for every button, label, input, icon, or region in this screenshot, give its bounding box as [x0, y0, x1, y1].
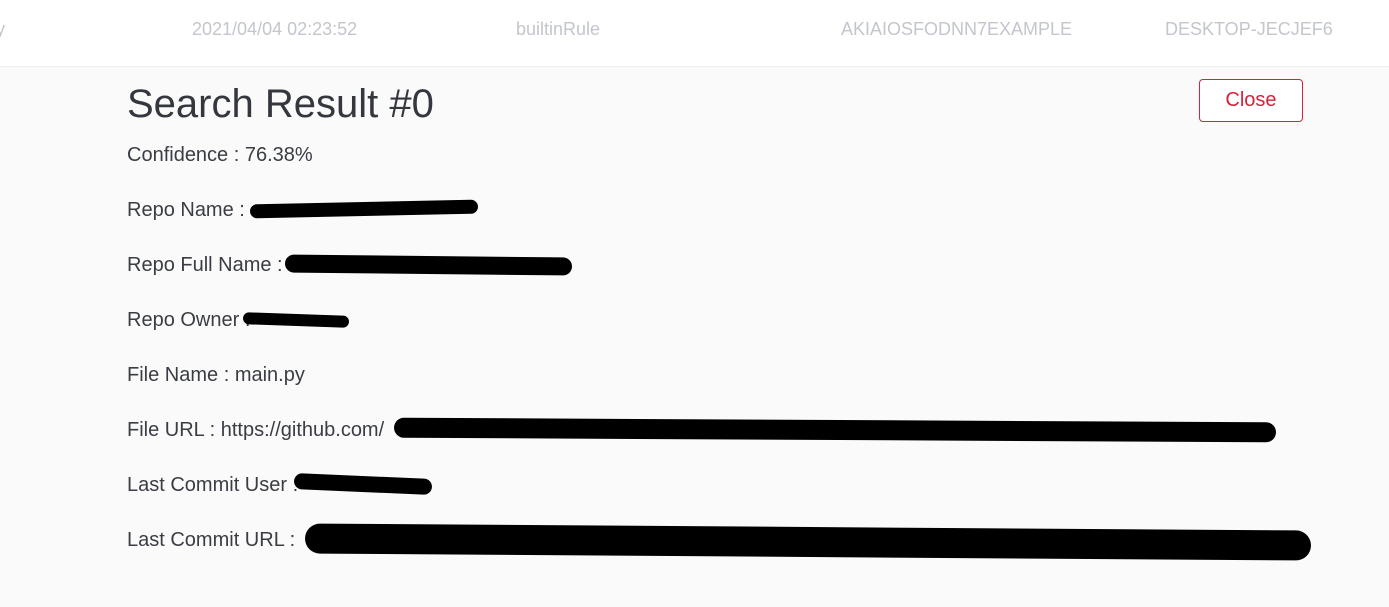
field-label: Last Commit URL :: [127, 529, 296, 551]
field-last-commit-url: Last Commit URL :: [127, 527, 295, 553]
field-label: Confidence :: [127, 144, 240, 166]
field-repo-name: Repo Name :: [127, 197, 245, 223]
field-value: main.py: [234, 364, 305, 386]
field-label: Repo Name :: [127, 199, 245, 221]
background-table-row: y 2021/04/04 02:23:52 builtinRule AKIAIO…: [0, 0, 1389, 67]
field-repo-full-name: Repo Full Name :: [127, 252, 283, 278]
field-value-link[interactable]: https://github.com/: [221, 419, 384, 441]
redaction-mark: [284, 254, 573, 276]
field-last-commit-user: Last Commit User :: [127, 472, 298, 498]
field-repo-owner: Repo Owner :: [127, 307, 250, 333]
close-button[interactable]: Close: [1199, 79, 1303, 122]
bg-cell-truncated: y: [0, 19, 5, 39]
bg-cell-rule: builtinRule: [516, 19, 601, 39]
bg-cell-key: AKIAIOSFODNN7EXAMPLE: [841, 19, 1073, 39]
field-label: Repo Full Name :: [127, 254, 283, 276]
field-value: 76.38%: [244, 144, 313, 166]
field-file-name: File Name : main.py: [127, 362, 305, 388]
field-label: File URL :: [127, 419, 216, 441]
bg-cell-timestamp: 2021/04/04 02:23:52: [192, 19, 358, 39]
field-label: File Name :: [127, 364, 230, 386]
field-label: Last Commit User :: [127, 474, 299, 496]
field-confidence: Confidence : 76.38%: [127, 142, 313, 168]
bg-cell-host: DESKTOP-JECJEF6: [1165, 19, 1333, 39]
modal-title: Search Result #0: [127, 82, 434, 126]
field-label: Repo Owner :: [127, 309, 251, 331]
field-file-url: File URL : https://github.com/: [127, 417, 384, 443]
